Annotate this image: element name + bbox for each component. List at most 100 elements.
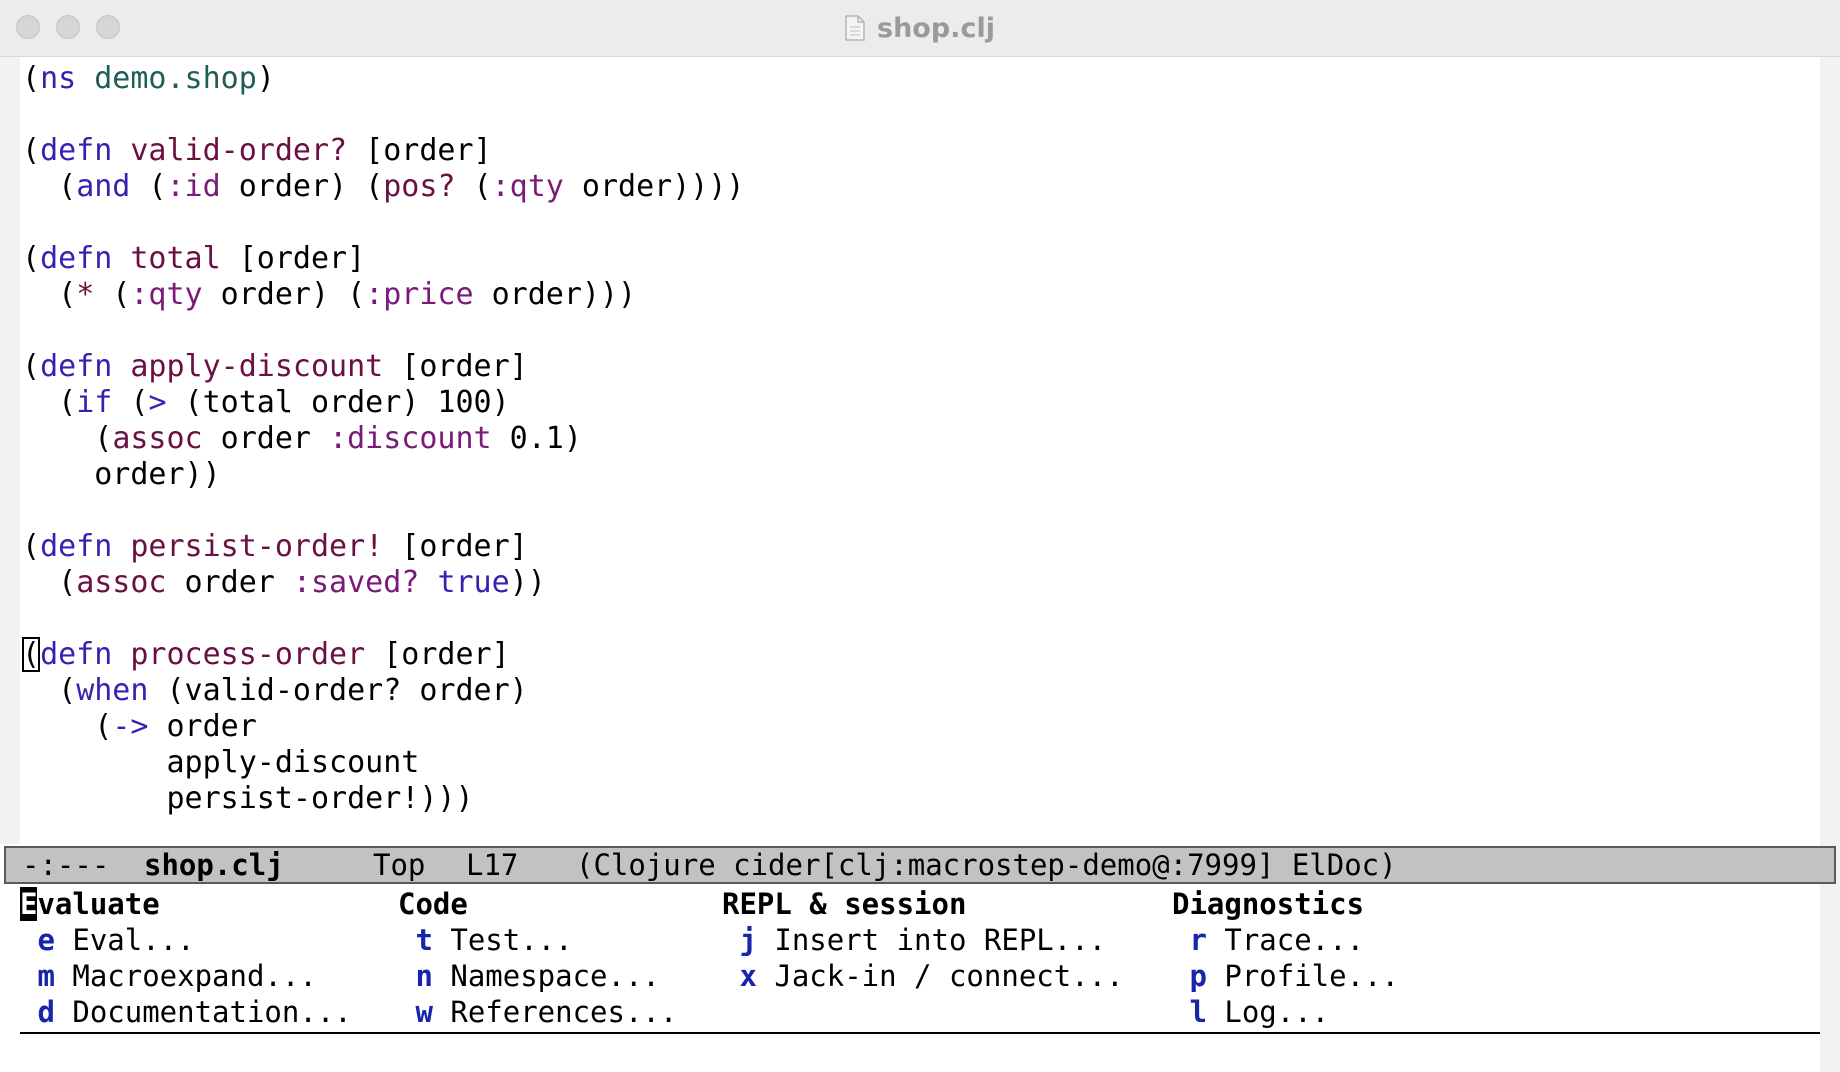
code-token: ( bbox=[22, 529, 41, 564]
modeline-status: -:--- bbox=[22, 848, 110, 882]
mode-line: -:--- shop.clj Top L17 (Clojure cider[cl… bbox=[4, 846, 1836, 884]
code-token: order)) bbox=[22, 457, 221, 492]
code-token: persist-order! bbox=[130, 529, 384, 564]
menu-item-label: Log... bbox=[1206, 995, 1330, 1029]
code-line: (* (:qty order) (:price order))) bbox=[22, 277, 745, 313]
code-token: persist-order!))) bbox=[22, 781, 474, 816]
code-token: order) ( bbox=[202, 277, 366, 312]
right-fringe bbox=[1820, 57, 1840, 1072]
code-token: apply-discount bbox=[22, 745, 420, 780]
left-fringe bbox=[0, 57, 20, 844]
code-token: ( bbox=[22, 421, 113, 456]
code-buffer[interactable]: (ns demo.shop) (defn valid-order? [order… bbox=[22, 61, 745, 817]
code-token: ( bbox=[22, 565, 77, 600]
menu-item-key: t bbox=[398, 923, 433, 957]
code-token: defn bbox=[40, 529, 113, 564]
code-token: if bbox=[76, 385, 113, 420]
code-token: assoc bbox=[76, 565, 167, 600]
menu-column-evaluate: Evaluate e Eval... m Macroexpand... d Do… bbox=[20, 886, 352, 1030]
code-token: :qty bbox=[491, 169, 564, 204]
code-line: (defn valid-order? [order] bbox=[22, 133, 745, 169]
code-token: -> bbox=[112, 709, 149, 744]
code-token: ( bbox=[94, 277, 131, 312]
menu-item-test[interactable]: t Test... bbox=[398, 922, 677, 958]
menu-item-eval[interactable]: e Eval... bbox=[20, 922, 352, 958]
code-token: order bbox=[166, 565, 293, 600]
menu-item-namespace[interactable]: n Namespace... bbox=[398, 958, 677, 994]
transient-menu: Evaluate e Eval... m Macroexpand... d Do… bbox=[20, 886, 1820, 1032]
menu-item-label: Test... bbox=[432, 923, 573, 957]
code-token: defn bbox=[40, 241, 113, 276]
menu-item-macroexpand[interactable]: m Macroexpand... bbox=[20, 958, 352, 994]
menu-item-key: w bbox=[398, 995, 433, 1029]
code-token: > bbox=[148, 385, 167, 420]
menu-item-references[interactable]: w References... bbox=[398, 994, 677, 1030]
menu-column-diagnostics: Diagnostics r Trace... p Profile... l Lo… bbox=[1172, 886, 1399, 1030]
code-token: total bbox=[130, 241, 221, 276]
menu-item-profile[interactable]: p Profile... bbox=[1172, 958, 1399, 994]
menu-item-label: Jack-in / connect... bbox=[756, 959, 1124, 993]
code-token: true bbox=[437, 565, 510, 600]
text-cursor: ( bbox=[22, 637, 41, 672]
menu-item-documentation[interactable]: d Documentation... bbox=[20, 994, 351, 1030]
menu-column-repl-session: REPL & session j Insert into REPL... x J… bbox=[722, 886, 1124, 994]
code-token: :id bbox=[166, 169, 221, 204]
code-token: defn bbox=[40, 637, 113, 672]
emacs-window: shop.clj (ns demo.shop) (defn valid-orde… bbox=[0, 0, 1840, 1072]
code-token: [order] bbox=[347, 133, 492, 168]
code-token: ( bbox=[455, 169, 492, 204]
code-token: ( bbox=[22, 277, 77, 312]
modeline-position: Top bbox=[373, 848, 426, 882]
document-icon bbox=[845, 15, 865, 41]
menu-item-label: Insert into REPL... bbox=[756, 923, 1107, 957]
menu-item-jack-in-connect[interactable]: x Jack-in / connect... bbox=[722, 958, 1124, 994]
code-line: (defn apply-discount [order] bbox=[22, 349, 745, 385]
menu-item-label: Eval... bbox=[54, 923, 195, 957]
code-line: persist-order!))) bbox=[22, 781, 745, 817]
code-token: ( bbox=[112, 385, 149, 420]
code-token: 0.1) bbox=[491, 421, 582, 456]
menu-item-label: Trace... bbox=[1206, 923, 1365, 957]
menu-heading: Diagnostics bbox=[1172, 887, 1365, 921]
modeline-line-number: L17 bbox=[466, 848, 519, 882]
modeline-buffer-name[interactable]: shop.clj bbox=[144, 848, 284, 882]
code-line: (and (:id order) (pos? (:qty order)))) bbox=[22, 169, 744, 205]
code-token: when bbox=[76, 673, 149, 708]
code-token: :qty bbox=[130, 277, 203, 312]
menu-item-log[interactable]: l Log... bbox=[1172, 994, 1399, 1030]
code-line: (if (> (total order) 100) bbox=[22, 385, 745, 421]
code-token: ( bbox=[22, 349, 41, 384]
code-token: defn bbox=[40, 349, 113, 384]
menu-item-key: p bbox=[1172, 959, 1207, 993]
code-token: ( bbox=[22, 709, 113, 744]
code-token: order bbox=[202, 421, 330, 456]
code-token: order))) bbox=[473, 277, 637, 312]
menu-item-insert-into-repl[interactable]: j Insert into REPL... bbox=[722, 922, 1124, 958]
modeline-modes[interactable]: (Clojure cider[clj:macrostep-demo@:7999]… bbox=[576, 848, 1397, 882]
menu-item-key: j bbox=[722, 923, 757, 957]
menu-item-key: m bbox=[20, 959, 55, 993]
menu-item-key: l bbox=[1172, 995, 1207, 1029]
menu-item-label: Macroexpand... bbox=[54, 959, 317, 993]
code-token: :price bbox=[365, 277, 474, 312]
code-token: ( bbox=[22, 673, 77, 708]
code-token: (total order) 100) bbox=[166, 385, 510, 420]
code-line: (assoc order :discount 0.1) bbox=[22, 421, 745, 457]
menu-divider bbox=[20, 1032, 1820, 1034]
code-token: apply-discount bbox=[130, 349, 384, 384]
menu-item-key: r bbox=[1172, 923, 1207, 957]
code-token: [order] bbox=[365, 637, 510, 672]
code-token: process-order bbox=[130, 637, 366, 672]
code-token: demo.shop bbox=[94, 61, 257, 96]
code-token: ( bbox=[22, 133, 41, 168]
menu-item-trace[interactable]: r Trace... bbox=[1172, 922, 1399, 958]
code-token: order bbox=[148, 709, 257, 744]
